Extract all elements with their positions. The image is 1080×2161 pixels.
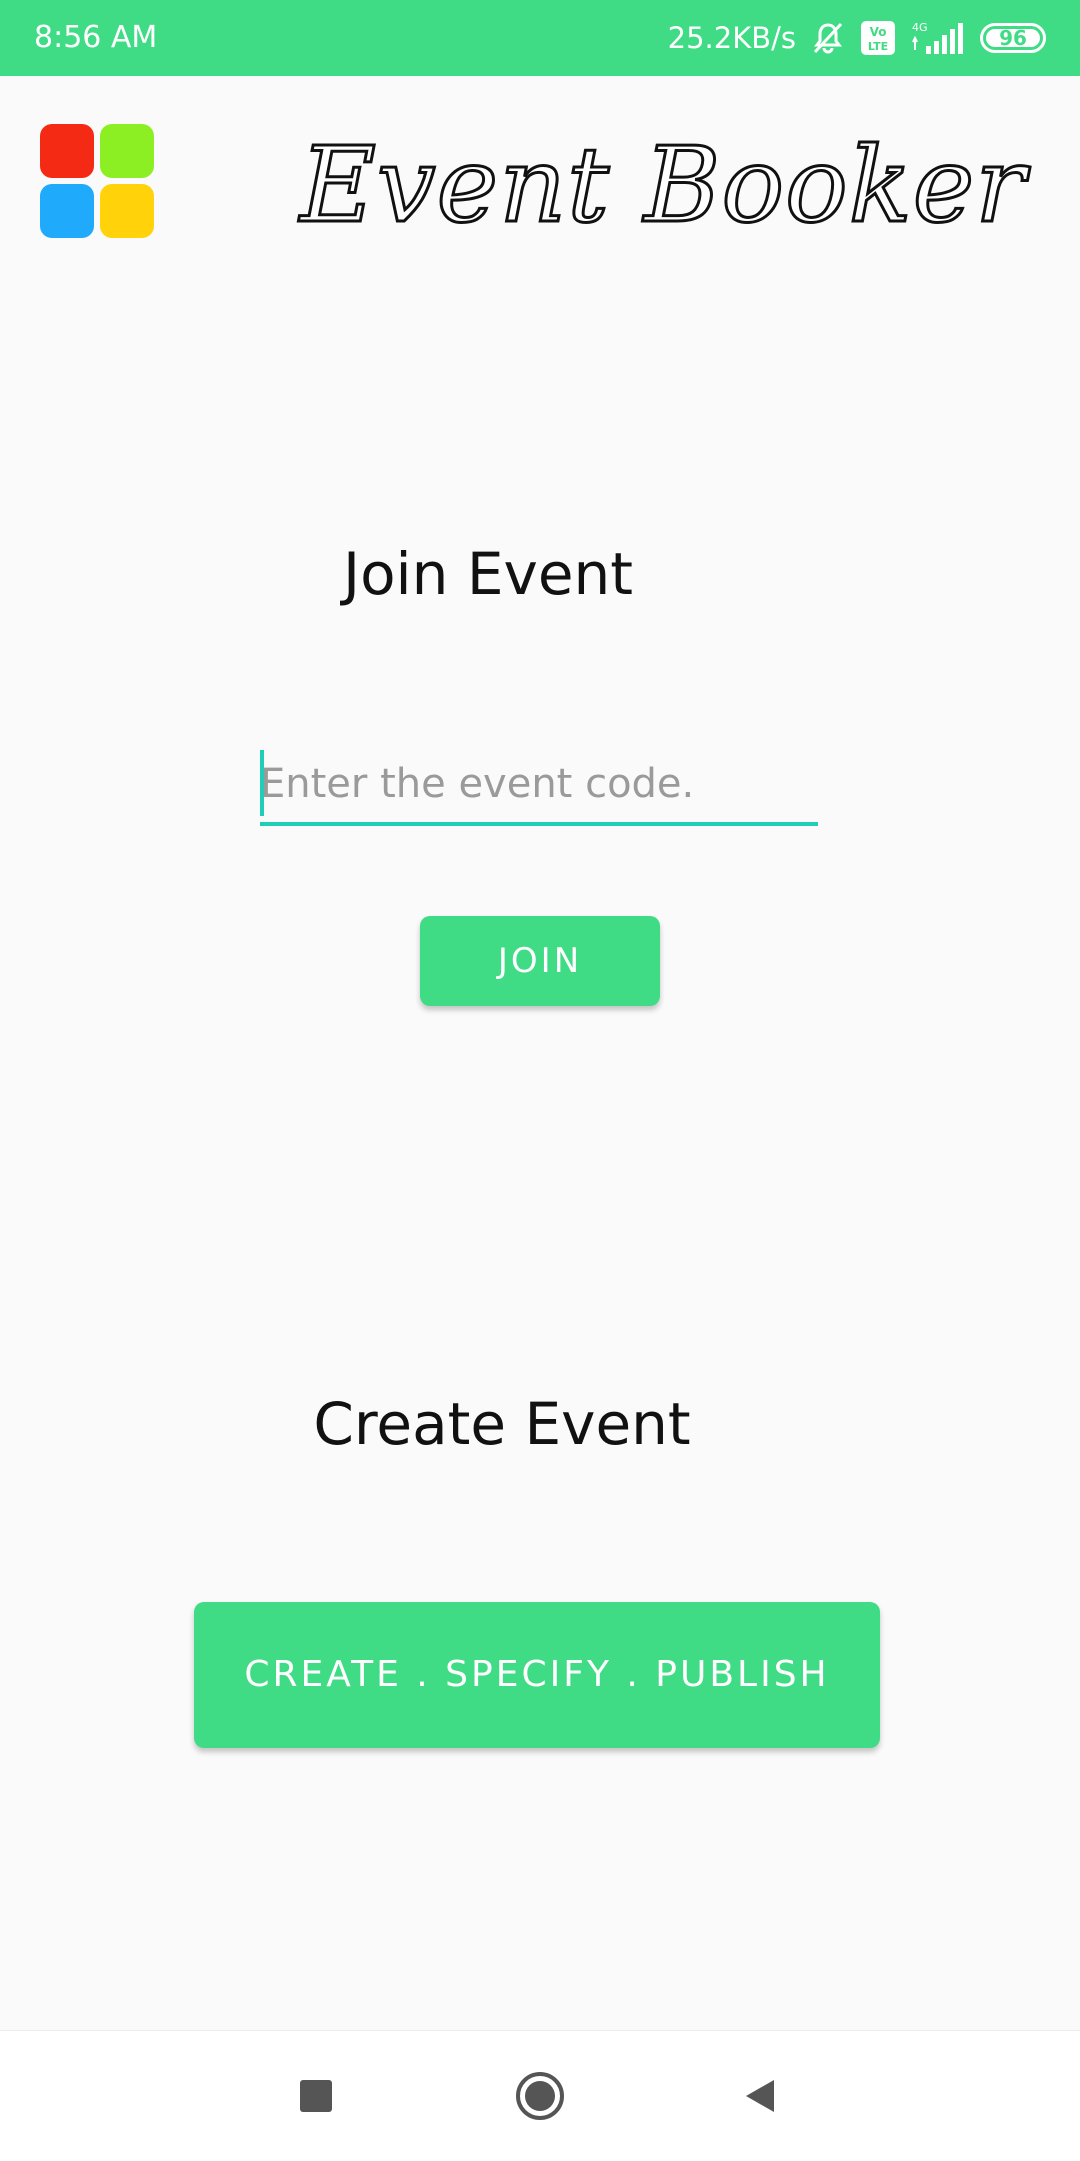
create-event-button[interactable]: CREATE . SPECIFY . PUBLISH: [194, 1602, 880, 1748]
join-button[interactable]: JOIN: [420, 916, 660, 1006]
back-triangle-icon[interactable]: [700, 2031, 820, 2161]
text-cursor: [260, 750, 264, 816]
logo-tile-blue: [40, 184, 94, 238]
recents-square-icon[interactable]: [256, 2031, 376, 2161]
status-icons: 25.2KB/s Vo LTE 4G 96: [668, 14, 1046, 62]
volte-icon: Vo LTE: [860, 20, 896, 56]
navigation-bar: [0, 2030, 1080, 2161]
app-title: Event Booker: [299, 123, 1027, 248]
svg-text:LTE: LTE: [868, 40, 888, 53]
battery-level: 96: [999, 26, 1027, 50]
event-code-input[interactable]: [260, 746, 818, 822]
create-event-heading: Create Event: [313, 1390, 691, 1458]
battery-icon: 96: [980, 23, 1046, 53]
svg-text:Vo: Vo: [870, 25, 887, 39]
network-speed: 25.2KB/s: [667, 21, 796, 55]
event-code-field[interactable]: [260, 746, 818, 826]
logo-tile-green: [100, 124, 154, 178]
status-time: 8:56 AM: [34, 20, 158, 55]
signal-icon: 4G: [910, 20, 966, 56]
mute-bell-icon: [810, 20, 846, 56]
logo-tile-yellow: [100, 184, 154, 238]
home-circle-icon[interactable]: [480, 2031, 600, 2161]
join-event-heading: Join Event: [342, 540, 634, 608]
app-logo: [40, 124, 154, 238]
status-bar: 8:56 AM 25.2KB/s Vo LTE 4G 96: [0, 0, 1080, 76]
logo-tile-red: [40, 124, 94, 178]
svg-text:4G: 4G: [912, 21, 928, 34]
